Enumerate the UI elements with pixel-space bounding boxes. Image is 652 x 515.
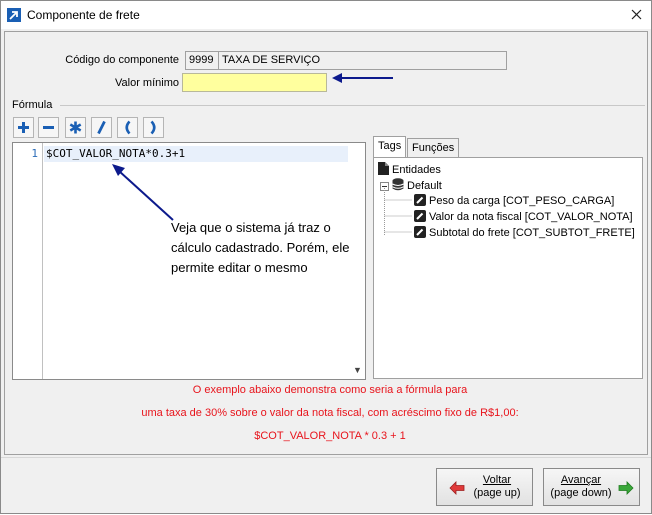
next-button[interactable]: Avançar (page down) bbox=[543, 468, 640, 506]
slash-icon bbox=[97, 120, 106, 135]
dialog-body: Código do componente 9999 TAXA DE SERVIÇ… bbox=[4, 31, 648, 455]
tags-tree: Entidades Default Peso da carga [COT_PES… bbox=[373, 157, 643, 379]
open-paren-button[interactable] bbox=[117, 117, 138, 138]
tab-tags[interactable]: Tags bbox=[373, 136, 407, 157]
codigo-field[interactable]: 9999 bbox=[185, 51, 221, 70]
next-hint: (page down) bbox=[550, 487, 612, 499]
next-arrow-icon bbox=[618, 481, 634, 495]
divide-button[interactable] bbox=[91, 117, 112, 138]
tree-connectors bbox=[384, 188, 412, 236]
chevron-down-icon[interactable]: ▼ bbox=[353, 365, 362, 375]
descricao-field: TAXA DE SERVIÇO bbox=[218, 51, 507, 70]
plus-button[interactable] bbox=[13, 117, 34, 138]
app-arrow-icon bbox=[7, 8, 21, 22]
tree-item-label: Peso da carga [COT_PESO_CARGA] bbox=[429, 195, 615, 207]
tree-item[interactable]: Subtotal do frete [COT_SUBTOT_FRETE] bbox=[414, 226, 635, 239]
open-paren-icon bbox=[125, 120, 131, 135]
tree-item[interactable]: Peso da carga [COT_PESO_CARGA] bbox=[414, 194, 614, 207]
multiply-button[interactable] bbox=[65, 117, 86, 138]
back-arrow-icon bbox=[449, 481, 465, 495]
next-label: Avançar bbox=[560, 474, 602, 486]
valor-minimo-label: Valor mínimo bbox=[115, 77, 179, 89]
line-number-gutter: 1 bbox=[13, 143, 43, 379]
hint-line-2: uma taxa de 30% sobre o valor da nota fi… bbox=[141, 407, 519, 419]
tree-item-label: Valor da nota fiscal [COT_VALOR_NOTA] bbox=[429, 211, 633, 223]
tree-item[interactable]: Valor da nota fiscal [COT_VALOR_NOTA] bbox=[414, 210, 633, 223]
minus-icon bbox=[43, 126, 54, 129]
dialog-window: Componente de frete Código do componente… bbox=[0, 0, 652, 514]
hint-line-1: O exemplo abaixo demonstra como seria a … bbox=[192, 384, 468, 396]
annotation-note: Veja que o sistema já traz o cálculo cad… bbox=[171, 220, 350, 275]
back-hint: (page up) bbox=[473, 487, 521, 499]
close-paren-icon bbox=[150, 120, 156, 135]
valor-minimo-input[interactable] bbox=[182, 73, 327, 92]
hint-formula-example: $COT_VALOR_NOTA * 0.3 + 1 bbox=[254, 430, 406, 442]
codigo-label: Código do componente bbox=[65, 54, 179, 66]
plus-icon bbox=[18, 122, 29, 133]
tags-panel: Tags Funções Entidades Default Peso da c… bbox=[371, 136, 643, 381]
title-bar: Componente de frete bbox=[1, 1, 651, 29]
back-button[interactable]: Voltar (page up) bbox=[436, 468, 533, 506]
line-number: 1 bbox=[31, 147, 38, 160]
window-title: Componente de frete bbox=[27, 8, 140, 22]
formula-section-label: Fórmula bbox=[12, 99, 56, 111]
close-button[interactable] bbox=[621, 1, 651, 29]
section-divider bbox=[60, 105, 645, 106]
back-label: Voltar bbox=[482, 474, 512, 486]
minus-button[interactable] bbox=[38, 117, 59, 138]
code-line[interactable]: $COT_VALOR_NOTA*0.3+1 bbox=[44, 146, 348, 162]
close-paren-button[interactable] bbox=[143, 117, 164, 138]
asterisk-icon bbox=[69, 121, 82, 134]
tree-item-label: Subtotal do frete [COT_SUBTOT_FRETE] bbox=[429, 227, 635, 239]
tab-funcoes[interactable]: Funções bbox=[407, 138, 460, 157]
close-icon bbox=[631, 9, 641, 20]
footer-divider bbox=[1, 457, 651, 458]
